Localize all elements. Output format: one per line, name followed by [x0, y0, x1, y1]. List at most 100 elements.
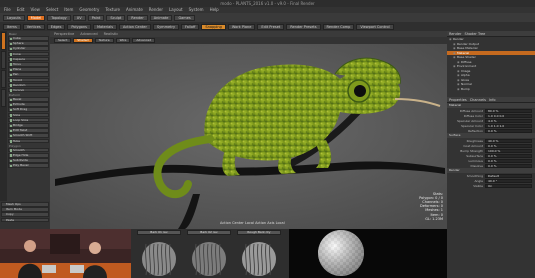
tool-button[interactable]: Toroid: [8, 77, 49, 83]
tool-button[interactable]: Subdivide: [8, 158, 49, 163]
toolbar-button[interactable]: Viewport Control: [356, 23, 394, 30]
tool-label: Slice: [13, 112, 21, 117]
property-value-field[interactable]: 100.0 %: [485, 148, 532, 153]
tool-button[interactable]: Mesh Ops: [1, 202, 49, 207]
layout-tab[interactable]: Animate: [149, 14, 173, 21]
layout-tab[interactable]: Sculpt: [106, 14, 126, 21]
tool-button[interactable]: Cylinder: [8, 46, 49, 51]
properties-tab[interactable]: Channels: [470, 97, 486, 102]
tool-button[interactable]: Random: [8, 82, 49, 88]
layout-tab[interactable]: Games: [174, 14, 195, 21]
toolbar-button[interactable]: Symmetry: [152, 23, 180, 30]
toolbar-button[interactable]: Render Comp: [322, 23, 355, 30]
tool-button[interactable]: Loop Slice: [8, 117, 49, 123]
tool-button[interactable]: Copy: [1, 212, 49, 217]
tool-button[interactable]: Edge Hide: [8, 152, 49, 158]
property-value-field[interactable]: 1.0 1.0 1.0: [485, 123, 532, 128]
tool-button[interactable]: Plane: [8, 67, 49, 72]
property-value-field[interactable]: 0.0 %: [485, 153, 532, 158]
property-row: Diffuse Color 1.0 0.0 0.0: [447, 113, 535, 118]
3d-viewport[interactable]: Perspective Advanced Realistic Select Shade…: [50, 31, 447, 229]
tool-button[interactable]: Smooth: [8, 147, 49, 153]
toolbar-button[interactable]: Materials: [92, 23, 118, 30]
tab-uv[interactable]: [1, 89, 6, 107]
shader-tree-tab[interactable]: Shader Tree: [464, 31, 485, 36]
toolbar-button[interactable]: Items: [3, 23, 21, 30]
property-value-field[interactable]: 1.0 0.0 0.0: [485, 113, 532, 118]
tool-button[interactable]: Slice: [8, 112, 49, 118]
tools-panel: Basic Cube Sphere Cylinder Cone Capsule Torus P…: [7, 31, 50, 201]
tool-button[interactable]: Torus: [8, 61, 49, 67]
tool-label: Capsule: [13, 56, 25, 61]
property-value-field[interactable]: On: [485, 183, 532, 188]
properties-tab[interactable]: Properties: [449, 97, 467, 102]
viewport-mode-button[interactable]: Shaded: [73, 38, 93, 43]
tool-button[interactable]: Bevel: [8, 97, 49, 102]
tool-button[interactable]: Paste: [1, 217, 49, 223]
bark-sphere-icon: [192, 242, 226, 276]
toolbar-button[interactable]: Falloff: [181, 23, 200, 30]
preset-thumbnail[interactable]: Bark 02 rev: [187, 230, 231, 276]
property-label: Diffuse Amount: [459, 108, 483, 113]
tool-button[interactable]: Pen: [8, 72, 49, 77]
toolbar-button[interactable]: Vertices: [22, 23, 45, 30]
layout-tab[interactable]: Topology: [47, 14, 71, 21]
shader-tree-row[interactable]: ◉ Bump: [447, 87, 535, 92]
property-value-field[interactable]: 0.0 %: [485, 143, 532, 148]
toolbar-button[interactable]: Polygons: [67, 23, 91, 30]
tool-button[interactable]: Item Mode: [1, 207, 49, 212]
tool-button[interactable]: Cube: [8, 36, 49, 41]
property-value-field[interactable]: 40.0 °: [485, 178, 532, 183]
tool-icon: [9, 42, 12, 46]
tool-button[interactable]: Edit Twist: [8, 128, 49, 133]
layout-tab[interactable]: Paint: [87, 14, 105, 21]
property-value-field[interactable]: 0.0 %: [485, 128, 532, 133]
tab-basic[interactable]: [1, 32, 6, 50]
toolbar-button[interactable]: Work Plane: [227, 23, 256, 30]
property-value-field[interactable]: 80.0 %: [485, 108, 532, 113]
tool-button[interactable]: Extrude: [8, 102, 49, 107]
tool-icon: [9, 154, 12, 157]
layout-tab[interactable]: Model: [26, 14, 46, 21]
tool-button[interactable]: Tube: [8, 138, 49, 144]
tool-button[interactable]: Sphere: [8, 41, 49, 46]
viewport-mode-button[interactable]: Select: [54, 38, 72, 43]
layout-tab[interactable]: Layouts: [3, 14, 25, 21]
layout-tab[interactable]: Render: [127, 14, 148, 21]
tab-duplicate[interactable]: [1, 70, 6, 88]
property-value-field[interactable]: 40.0 %: [485, 138, 532, 143]
shader-tree-tab[interactable]: Render: [449, 31, 461, 36]
tool-label: Edge Hide: [13, 152, 29, 157]
toolbar-button[interactable]: Action Center: [119, 23, 151, 30]
toolbar-button[interactable]: Snapping: [201, 23, 226, 30]
layout-tab[interactable]: UV: [72, 14, 86, 21]
window-title: modo - PLANTS_2016 v1.0 - v9.0 - Final R…: [220, 1, 315, 6]
chameleon-render: [50, 44, 447, 229]
shader-tree-label: Bump: [461, 86, 470, 91]
property-value-field[interactable]: 0.0 %: [485, 163, 532, 168]
right-panel: Render Shader Tree ◉ Render ◉ Render Output ◉…: [447, 31, 535, 278]
tab-deform[interactable]: [1, 51, 6, 69]
preset-thumbnail[interactable]: Rough Bark dry: [237, 230, 281, 276]
tool-icon: [9, 103, 12, 107]
properties-tab[interactable]: Info: [489, 97, 496, 102]
preset-thumbnail[interactable]: Bark 01 rev: [137, 230, 181, 276]
toolbar-button[interactable]: Edit Preset: [257, 23, 285, 30]
viewport-mode-button[interactable]: Wire: [115, 38, 131, 43]
toolbar-button[interactable]: Edges: [46, 23, 66, 30]
tool-icon: [9, 140, 12, 143]
viewport-mode-button[interactable]: Texture: [94, 38, 114, 43]
property-value-field[interactable]: 4.0 %: [485, 118, 532, 123]
tool-button[interactable]: Voronoi: [8, 87, 49, 93]
toolbar-button[interactable]: Render Presets: [286, 23, 321, 30]
tool-button[interactable]: Bridge: [8, 123, 49, 128]
tool-button[interactable]: Smooth Shift: [8, 133, 49, 138]
tool-button[interactable]: Soft Drag: [8, 107, 49, 113]
tool-button[interactable]: Poly Bevel: [8, 163, 49, 168]
tool-button[interactable]: Cone: [8, 51, 49, 57]
property-value-field[interactable]: Default: [485, 173, 532, 178]
tool-button[interactable]: Capsule: [8, 56, 49, 62]
property-value-field[interactable]: 0.0 %: [485, 158, 532, 163]
viewport-mode-button[interactable]: Advanced: [132, 38, 156, 43]
viewport-mode-bar: Select Shaded Texture Wire Advanced: [50, 37, 447, 44]
